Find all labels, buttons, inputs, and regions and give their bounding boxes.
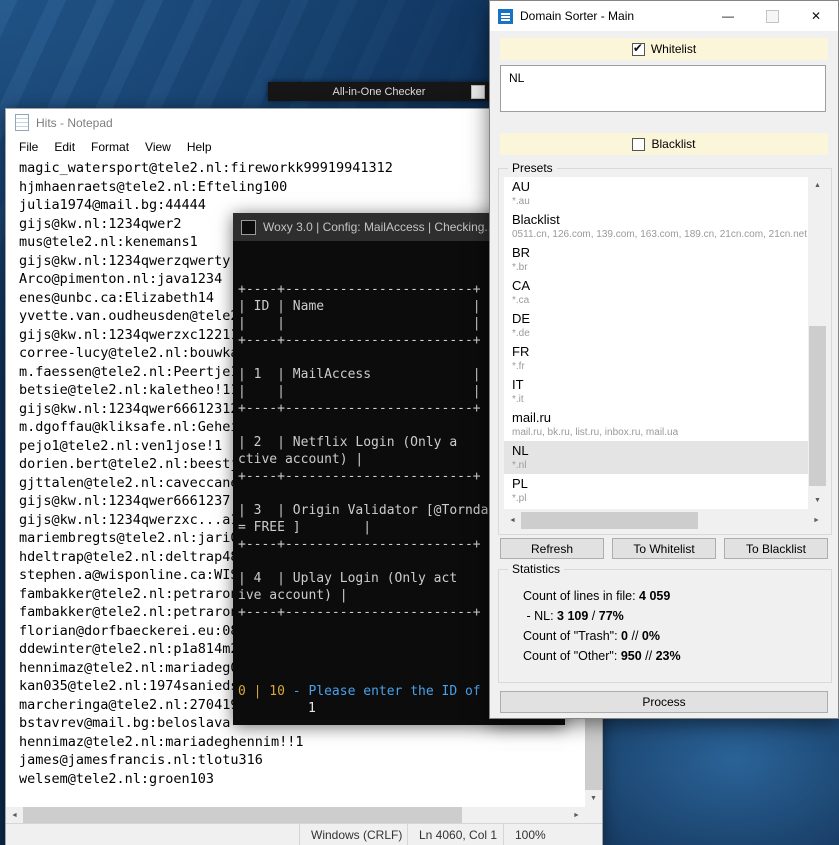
preset-domains: *.de xyxy=(512,327,800,340)
menu-view[interactable]: View xyxy=(137,140,179,154)
console-icon xyxy=(241,220,256,235)
preset-item[interactable]: AU*.au xyxy=(504,177,808,210)
preset-name: BR xyxy=(512,245,800,261)
notepad-title: Hits - Notepad xyxy=(36,116,113,130)
preset-item[interactable]: PL*.pl xyxy=(504,474,808,507)
scrollbar-corner xyxy=(585,807,602,824)
statistic-row: Count of lines in file: 4 059 xyxy=(523,586,831,606)
status-cursor-position: Ln 4060, Col 1 xyxy=(407,824,503,845)
preset-name: mail.ru xyxy=(512,410,800,426)
preset-item[interactable]: Blacklist0511.cn, 126.com, 139.com, 163.… xyxy=(504,210,808,243)
button-to-whitelist[interactable]: To Whitelist xyxy=(612,538,716,559)
blacklist-panel: Blacklist xyxy=(500,133,828,155)
checker-window-title: All-in-One Checker xyxy=(333,86,426,98)
statistic-row: Count of "Other": 950 // 23% xyxy=(523,646,831,666)
scroll-left-icon[interactable]: ◄ xyxy=(6,807,23,824)
horizontal-scroll-thumb[interactable] xyxy=(23,807,462,824)
domain-sorter-icon xyxy=(498,9,513,24)
checker-minimize-button[interactable] xyxy=(471,85,485,99)
preset-item[interactable]: BR*.br xyxy=(504,243,808,276)
preset-item[interactable]: NL*.nl xyxy=(504,441,808,474)
preset-domains: *.ca xyxy=(512,294,800,307)
preset-domains: *.br xyxy=(512,261,800,274)
notepad-horizontal-scrollbar[interactable]: ◄ ► xyxy=(6,807,585,824)
maximize-icon[interactable] xyxy=(750,1,794,31)
notepad-icon xyxy=(15,114,29,131)
statistics-rows: Count of lines in file: 4 059 - NL: 3 10… xyxy=(499,570,831,666)
sorter-title: Domain Sorter - Main xyxy=(520,9,634,23)
domain-sorter-window: Domain Sorter - Main — ✕ ✔ Whitelist NL … xyxy=(489,0,839,719)
preset-name: FR xyxy=(512,344,800,360)
preset-name: IT xyxy=(512,377,800,393)
sorter-buttons: Refresh To Whitelist To Blacklist xyxy=(500,538,828,559)
notepad-statusbar: Windows (CRLF) Ln 4060, Col 1 100% xyxy=(6,823,602,845)
statistics-groupbox: Statistics Count of lines in file: 4 059… xyxy=(498,569,832,683)
scroll-up-icon[interactable]: ▲ xyxy=(809,177,826,194)
console-title: Woxy 3.0 | Config: MailAccess | Checking… xyxy=(263,220,494,234)
whitelist-textbox[interactable]: NL xyxy=(500,65,826,112)
preset-item[interactable]: FR*.fr xyxy=(504,342,808,375)
desktop: All-in-One Checker Hits - Notepad — ☐ ✕ … xyxy=(0,0,839,845)
menu-file[interactable]: File xyxy=(11,140,46,154)
check-icon: ✔ xyxy=(633,42,643,55)
preset-name: AU xyxy=(512,179,800,195)
blacklist-checkbox[interactable] xyxy=(632,138,645,151)
status-zoom: 100% xyxy=(503,824,602,845)
presets-groupbox: Presets AU*.auBlacklist0511.cn, 126.com,… xyxy=(498,168,832,535)
minimize-icon[interactable]: — xyxy=(706,1,750,31)
preset-name: PL xyxy=(512,476,800,492)
preset-domains: *.fr xyxy=(512,360,800,373)
preset-name: NL xyxy=(512,443,800,459)
menu-help[interactable]: Help xyxy=(179,140,220,154)
sorter-titlebar[interactable]: Domain Sorter - Main — ✕ xyxy=(490,1,838,31)
presets-horizontal-scrollbar[interactable]: ◄ ► xyxy=(504,512,825,529)
preset-item[interactable]: mail.rumail.ru, bk.ru, list.ru, inbox.ru… xyxy=(504,408,808,441)
maximize-box xyxy=(766,10,779,23)
statistic-row: Count of "Trash": 0 // 0% xyxy=(523,626,831,646)
menu-edit[interactable]: Edit xyxy=(46,140,83,154)
process-button[interactable]: Process xyxy=(500,691,828,713)
preset-domains: *.it xyxy=(512,393,800,406)
statistic-row: - NL: 3 109 / 77% xyxy=(523,606,831,626)
horizontal-scroll-thumb[interactable] xyxy=(521,512,698,529)
status-encoding: Windows (CRLF) xyxy=(299,824,407,845)
whitelist-checkbox[interactable]: ✔ xyxy=(632,43,645,56)
preset-domains: 0511.cn, 126.com, 139.com, 163.com, 189.… xyxy=(512,228,800,241)
presets-vertical-scrollbar[interactable]: ▲ ▼ xyxy=(809,177,826,509)
scroll-left-icon[interactable]: ◄ xyxy=(504,512,521,529)
vertical-scroll-thumb[interactable] xyxy=(809,326,826,485)
scroll-right-icon[interactable]: ► xyxy=(568,807,585,824)
blacklist-label: Blacklist xyxy=(651,137,695,151)
preset-name: Blacklist xyxy=(512,212,800,228)
credential-line: welsem@tele2.nl:groen103 xyxy=(19,770,585,789)
preset-item[interactable]: IT*.it xyxy=(504,375,808,408)
whitelist-label: Whitelist xyxy=(651,42,696,56)
statistics-label: Statistics xyxy=(508,562,564,576)
status-spacer xyxy=(6,824,299,845)
close-icon[interactable]: ✕ xyxy=(794,1,838,31)
preset-domains: *.nl xyxy=(512,459,800,472)
whitelist-panel: ✔ Whitelist xyxy=(500,38,828,60)
preset-name: CA xyxy=(512,278,800,294)
credential-line: hennimaz@tele2.nl:mariadeghennim!!1 xyxy=(19,733,585,752)
presets-list[interactable]: AU*.auBlacklist0511.cn, 126.com, 139.com… xyxy=(504,177,808,509)
console-log-segment: 0 | 10 xyxy=(238,684,293,699)
console-log-segment: - Please enter the ID of xyxy=(293,684,481,699)
checker-window-titlebar[interactable]: All-in-One Checker xyxy=(268,82,490,101)
scroll-down-icon[interactable]: ▼ xyxy=(809,492,826,509)
scroll-right-icon[interactable]: ► xyxy=(808,512,825,529)
presets-label: Presets xyxy=(508,161,557,175)
preset-domains: *.au xyxy=(512,195,800,208)
credential-line: james@jamesfrancis.nl:tlotu316 xyxy=(19,751,585,770)
preset-item[interactable]: DE*.de xyxy=(504,309,808,342)
preset-item[interactable]: CA*.ca xyxy=(504,276,808,309)
scroll-down-icon[interactable]: ▼ xyxy=(585,790,602,807)
button-refresh[interactable]: Refresh xyxy=(500,538,604,559)
preset-name: DE xyxy=(512,311,800,327)
sorter-caption-buttons: — ✕ xyxy=(706,1,838,31)
preset-domains: *.pl xyxy=(512,492,800,505)
preset-domains: mail.ru, bk.ru, list.ru, inbox.ru, mail.… xyxy=(512,426,800,439)
button-to-blacklist[interactable]: To Blacklist xyxy=(724,538,828,559)
menu-format[interactable]: Format xyxy=(83,140,137,154)
